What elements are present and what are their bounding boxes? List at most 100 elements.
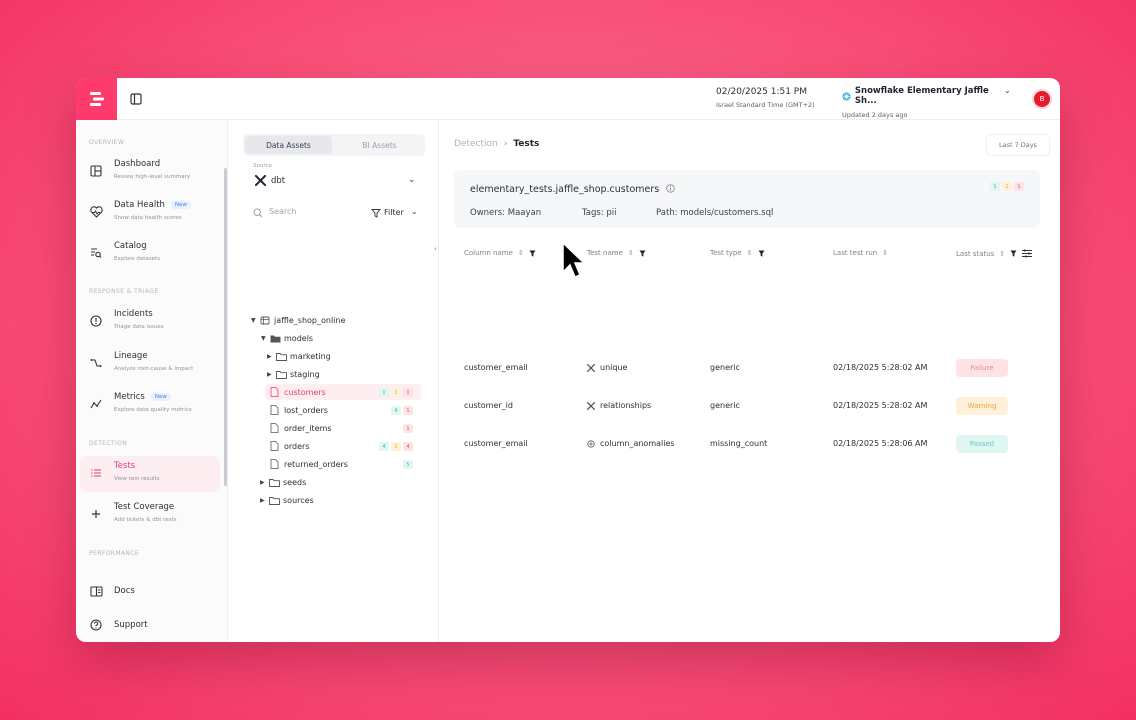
new-badge: New: [170, 201, 191, 209]
tests-table-header: Column name ⇕ Test name ⇕ Test type ⇕ La…: [464, 249, 1044, 263]
asset-tabs: Data Assets BI Assets: [243, 134, 425, 156]
mouse-cursor-icon: [562, 242, 586, 278]
column-header-test-type[interactable]: Test type ⇕: [710, 249, 765, 257]
elementary-logo[interactable]: [76, 78, 117, 120]
sidebar-scrollbar[interactable]: [224, 168, 227, 486]
info-icon[interactable]: [666, 184, 675, 193]
sidebar-item-lineage[interactable]: Lineage Analyze root-cause & impact: [80, 346, 220, 382]
user-avatar[interactable]: B: [1032, 89, 1052, 109]
tree-item-order-items[interactable]: order_items: [270, 420, 332, 436]
order-items-test-counts: 1: [403, 424, 413, 433]
database-icon: [260, 315, 274, 325]
column-header-label: Test type: [710, 249, 742, 257]
warning-count: 1: [391, 388, 401, 397]
cell-test-name: column_anomalies: [587, 439, 675, 448]
folder-icon: [276, 370, 290, 379]
test-name-text: column_anomalies: [600, 439, 675, 448]
status-badge: Warning: [956, 397, 1008, 415]
tab-data-assets[interactable]: Data Assets: [245, 136, 332, 154]
sidebar-item-catalog[interactable]: Catalog Explore datasets: [80, 236, 220, 272]
current-datetime: 02/20/2025 1:51 PM Israel Standard Time …: [716, 87, 815, 109]
assets-panel: Data Assets BI Assets Source dbt ⌄ Searc…: [229, 120, 439, 642]
sidebar-item-subtitle: Explore datasets: [114, 256, 161, 262]
sort-icon[interactable]: ⇕: [999, 250, 1005, 258]
tree-item-models[interactable]: ▼ models: [261, 330, 313, 346]
alert-circle-icon: [89, 314, 103, 328]
column-header-last-test-run[interactable]: Last test run ⇕: [833, 249, 888, 257]
sidebar-item-data-health[interactable]: Data Health New Show data health scores: [80, 195, 220, 231]
returned-orders-test-counts: 5: [403, 460, 413, 469]
sidebar-item-subtitle: Add tickets & dbt tests: [114, 517, 177, 523]
sort-icon[interactable]: ⇕: [882, 249, 888, 257]
failure-count: 1: [403, 406, 413, 415]
docs-icon: [89, 584, 103, 598]
column-settings-icon[interactable]: [1022, 249, 1033, 258]
cell-test-type: missing_count: [710, 439, 768, 448]
section-detection: DETECTION: [89, 440, 128, 447]
asset-search-input[interactable]: Search: [251, 205, 361, 221]
column-header-test-name[interactable]: Test name ⇕: [587, 249, 646, 257]
filter-icon[interactable]: [757, 249, 765, 257]
filter-icon[interactable]: [639, 249, 646, 257]
tree-label: seeds: [283, 477, 307, 487]
panel-left-icon: [130, 93, 142, 105]
column-header-label: Column name: [464, 249, 513, 257]
environment-selector[interactable]: Snowflake Elementary Jaffle Sh... Update…: [842, 86, 1012, 119]
sort-icon[interactable]: ⇕: [747, 249, 753, 257]
sidebar-item-subtitle: Review high-level summary: [114, 174, 191, 180]
table-row[interactable]: customer_email unique generic 02/18/2025…: [464, 359, 1044, 379]
snowflake-icon: [842, 91, 851, 101]
tree-item-returned-orders[interactable]: returned_orders: [270, 456, 348, 472]
tree-item-marketing[interactable]: ▶ marketing: [267, 348, 331, 364]
sort-icon[interactable]: ⇕: [518, 249, 524, 257]
sort-icon[interactable]: ⇕: [628, 249, 634, 257]
failure-count: 1: [403, 424, 413, 433]
tree-item-seeds[interactable]: ▶ seeds: [260, 474, 306, 490]
chevron-down-icon: ⌄: [411, 207, 418, 216]
tree-item-lost-orders[interactable]: lost_orders: [270, 402, 328, 418]
tree-item-staging[interactable]: ▶ staging: [267, 366, 320, 382]
folder-icon: [270, 334, 284, 343]
sidebar-item-subtitle: Show data health scores: [114, 215, 182, 221]
time-range-button[interactable]: Last 7 Days: [986, 134, 1050, 156]
passed-count: 4: [391, 406, 401, 415]
tree-label: lost_orders: [284, 405, 328, 415]
top-bar: 02/20/2025 1:51 PM Israel Standard Time …: [76, 78, 1060, 120]
sidebar-collapse-button[interactable]: [128, 91, 144, 107]
sidebar-item-support[interactable]: Support: [80, 614, 220, 636]
tab-bi-assets[interactable]: BI Assets: [336, 136, 423, 154]
status-badge: Failure: [956, 359, 1008, 377]
sidebar-item-dashboard[interactable]: Dashboard Review high-level summary: [80, 154, 220, 190]
plus-icon: [89, 507, 103, 521]
cell-last-test-run: 02/18/2025 5:28:02 AM: [833, 401, 928, 410]
chevron-left-icon[interactable]: ‹: [434, 245, 437, 253]
tree-item-jaffle-shop-online[interactable]: ▼ jaffle_shop_online: [251, 312, 345, 328]
tree-label: jaffle_shop_online: [274, 315, 346, 325]
filter-icon[interactable]: [529, 249, 536, 257]
file-icon: [270, 387, 284, 397]
sidebar-item-incidents[interactable]: Incidents Triage data issues: [80, 304, 220, 340]
tree-label: marketing: [290, 351, 331, 361]
caret-right-icon: ▶: [267, 352, 272, 360]
sidebar-item-docs[interactable]: Docs: [80, 580, 220, 602]
table-row[interactable]: customer_email column_anomalies missing_…: [464, 435, 1044, 455]
dbt-icon: [587, 401, 595, 410]
sidebar-item-test-coverage[interactable]: Test Coverage Add tickets & dbt tests: [80, 497, 220, 533]
sidebar-item-subtitle: Explore data quality metrics: [114, 407, 192, 413]
filter-button[interactable]: Filter ⌄: [366, 203, 422, 223]
section-response-triage: RESPONSE & TRIAGE: [89, 288, 159, 295]
sidebar-item-label: Docs: [114, 586, 135, 596]
caret-down-icon: ▼: [261, 334, 266, 342]
tree-item-orders[interactable]: orders: [270, 438, 310, 454]
source-select[interactable]: dbt ⌄: [243, 168, 425, 194]
sidebar-item-metrics[interactable]: Metrics New Explore data quality metrics: [80, 387, 220, 423]
sidebar-item-subtitle: Analyze root-cause & impact: [114, 366, 194, 372]
column-header-last-status[interactable]: Last status ⇕: [956, 249, 1033, 258]
breadcrumb-detection[interactable]: Detection: [454, 139, 498, 149]
table-row[interactable]: customer_id relationships generic 02/18/…: [464, 397, 1044, 417]
sidebar-item-tests[interactable]: Tests View test results: [80, 456, 220, 492]
tree-item-sources[interactable]: ▶ sources: [260, 492, 314, 508]
filter-icon[interactable]: [1010, 250, 1017, 257]
asset-path: Path: models/customers.sql: [656, 208, 774, 218]
column-header-column-name[interactable]: Column name ⇕: [464, 249, 536, 257]
